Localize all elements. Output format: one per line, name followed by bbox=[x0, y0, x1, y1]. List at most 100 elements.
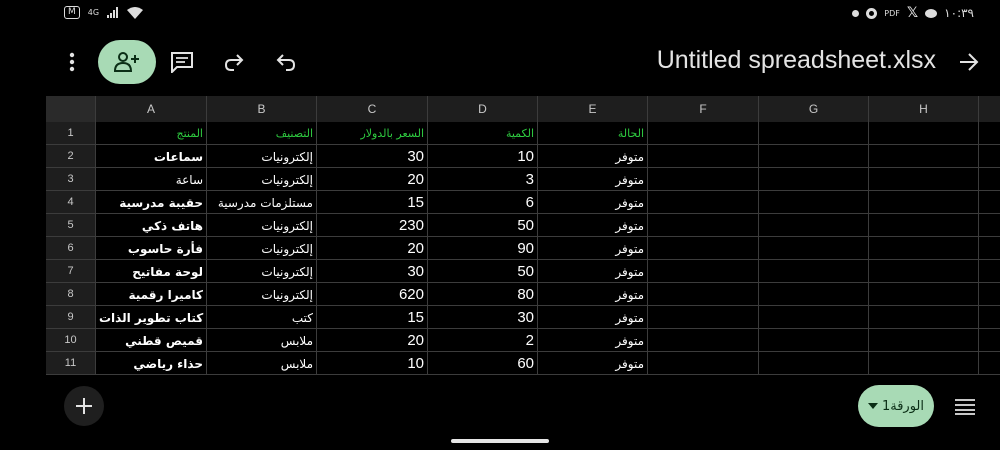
grid-cell[interactable]: إلكترونيات bbox=[207, 168, 317, 190]
grid-cell[interactable]: إلكترونيات bbox=[207, 237, 317, 259]
grid-cell[interactable]: 80 bbox=[428, 283, 538, 305]
grid-cell[interactable]: إلكترونيات bbox=[207, 283, 317, 305]
grid-cell[interactable]: 30 bbox=[317, 145, 428, 167]
grid-cell[interactable] bbox=[869, 260, 979, 282]
grid-cell[interactable]: حقيبة مدرسية bbox=[96, 191, 207, 213]
document-title[interactable]: Untitled spreadsheet.xlsx bbox=[657, 46, 936, 75]
grid-cell[interactable] bbox=[648, 214, 759, 236]
grid-cell[interactable]: السعر بالدولار bbox=[317, 122, 428, 144]
grid-cell[interactable] bbox=[648, 145, 759, 167]
grid-cell[interactable]: 230 bbox=[317, 214, 428, 236]
column-header[interactable]: B bbox=[207, 96, 317, 122]
row-header[interactable]: 4 bbox=[46, 191, 96, 213]
column-header[interactable]: E bbox=[538, 96, 648, 122]
grid-cell[interactable] bbox=[759, 352, 869, 374]
grid-cell[interactable]: التصنيف bbox=[207, 122, 317, 144]
grid-cell[interactable]: 6 bbox=[428, 191, 538, 213]
grid-cell[interactable]: فأرة حاسوب bbox=[96, 237, 207, 259]
row-header[interactable]: 3 bbox=[46, 168, 96, 190]
home-indicator[interactable] bbox=[451, 439, 549, 443]
select-all-corner[interactable] bbox=[46, 96, 96, 122]
row-header[interactable]: 9 bbox=[46, 306, 96, 328]
grid-cell[interactable]: متوفر bbox=[538, 191, 648, 213]
grid-cell[interactable]: متوفر bbox=[538, 145, 648, 167]
undo-button[interactable] bbox=[272, 38, 300, 86]
row-header[interactable]: 2 bbox=[46, 145, 96, 167]
grid-cell[interactable] bbox=[648, 329, 759, 351]
grid-cell[interactable] bbox=[759, 306, 869, 328]
grid-cell[interactable] bbox=[759, 122, 869, 144]
grid-cell[interactable]: متوفر bbox=[538, 168, 648, 190]
grid-cell[interactable]: 2 bbox=[428, 329, 538, 351]
grid-cell[interactable] bbox=[648, 283, 759, 305]
grid-cell[interactable]: 30 bbox=[428, 306, 538, 328]
grid-cell[interactable]: متوفر bbox=[538, 214, 648, 236]
grid-cell[interactable] bbox=[648, 352, 759, 374]
grid-cell[interactable]: إلكترونيات bbox=[207, 145, 317, 167]
grid-cell[interactable]: كتب bbox=[207, 306, 317, 328]
row-header[interactable]: 11 bbox=[46, 352, 96, 374]
grid-cell[interactable] bbox=[869, 306, 979, 328]
grid-cell[interactable]: 20 bbox=[317, 168, 428, 190]
grid-cell[interactable]: 15 bbox=[317, 306, 428, 328]
grid-cell[interactable]: 50 bbox=[428, 214, 538, 236]
column-header[interactable]: G bbox=[759, 96, 869, 122]
row-header[interactable]: 8 bbox=[46, 283, 96, 305]
grid-cell[interactable]: المنتج bbox=[96, 122, 207, 144]
grid-cell[interactable] bbox=[648, 168, 759, 190]
grid-cell[interactable]: متوفر bbox=[538, 260, 648, 282]
row-header[interactable]: 5 bbox=[46, 214, 96, 236]
grid-cell[interactable]: إلكترونيات bbox=[207, 214, 317, 236]
add-sheet-button[interactable] bbox=[64, 386, 104, 426]
grid-cell[interactable] bbox=[869, 214, 979, 236]
row-header[interactable]: 7 bbox=[46, 260, 96, 282]
grid-cell[interactable]: 15 bbox=[317, 191, 428, 213]
grid-cell[interactable]: 60 bbox=[428, 352, 538, 374]
grid-cell[interactable] bbox=[648, 306, 759, 328]
grid-cell[interactable] bbox=[759, 283, 869, 305]
grid-cell[interactable]: 90 bbox=[428, 237, 538, 259]
column-header[interactable]: A bbox=[96, 96, 207, 122]
grid-cell[interactable] bbox=[869, 283, 979, 305]
grid-cell[interactable]: كاميرا رقمية bbox=[96, 283, 207, 305]
grid-cell[interactable] bbox=[759, 168, 869, 190]
grid-cell[interactable]: 20 bbox=[317, 237, 428, 259]
grid-cell[interactable] bbox=[648, 260, 759, 282]
column-header[interactable]: F bbox=[648, 96, 759, 122]
grid-cell[interactable]: 10 bbox=[317, 352, 428, 374]
grid-cell[interactable] bbox=[869, 352, 979, 374]
grid-cell[interactable]: 620 bbox=[317, 283, 428, 305]
grid-cell[interactable] bbox=[759, 145, 869, 167]
row-header[interactable]: 10 bbox=[46, 329, 96, 351]
grid-cell[interactable] bbox=[869, 191, 979, 213]
grid-cell[interactable]: حذاء رياضي bbox=[96, 352, 207, 374]
grid-cell[interactable]: متوفر bbox=[538, 283, 648, 305]
forward-button[interactable] bbox=[955, 38, 983, 86]
grid-cell[interactable] bbox=[759, 260, 869, 282]
sheet-tab[interactable]: الورقة1 bbox=[858, 385, 934, 427]
redo-button[interactable] bbox=[220, 38, 248, 86]
grid-cell[interactable] bbox=[759, 329, 869, 351]
grid-cell[interactable]: ملابس bbox=[207, 352, 317, 374]
grid-cell[interactable] bbox=[648, 237, 759, 259]
column-header[interactable]: D bbox=[428, 96, 538, 122]
grid-cell[interactable] bbox=[759, 214, 869, 236]
column-header[interactable]: H bbox=[869, 96, 979, 122]
grid-cell[interactable]: 20 bbox=[317, 329, 428, 351]
grid-cell[interactable]: متوفر bbox=[538, 306, 648, 328]
grid-cell[interactable]: ساعة bbox=[96, 168, 207, 190]
grid-cell[interactable] bbox=[759, 191, 869, 213]
row-header[interactable]: 6 bbox=[46, 237, 96, 259]
grid-cell[interactable]: 3 bbox=[428, 168, 538, 190]
grid-cell[interactable] bbox=[869, 237, 979, 259]
grid-cell[interactable]: 30 bbox=[317, 260, 428, 282]
grid-cell[interactable] bbox=[648, 191, 759, 213]
grid-cell[interactable] bbox=[759, 237, 869, 259]
grid-cell[interactable] bbox=[869, 168, 979, 190]
grid-cell[interactable]: هاتف ذكي bbox=[96, 214, 207, 236]
grid-cell[interactable]: ملابس bbox=[207, 329, 317, 351]
grid-cell[interactable]: متوفر bbox=[538, 237, 648, 259]
grid-cell[interactable]: كتاب تطوير الذات bbox=[96, 306, 207, 328]
grid-cell[interactable]: 50 bbox=[428, 260, 538, 282]
grid-cell[interactable]: إلكترونيات bbox=[207, 260, 317, 282]
